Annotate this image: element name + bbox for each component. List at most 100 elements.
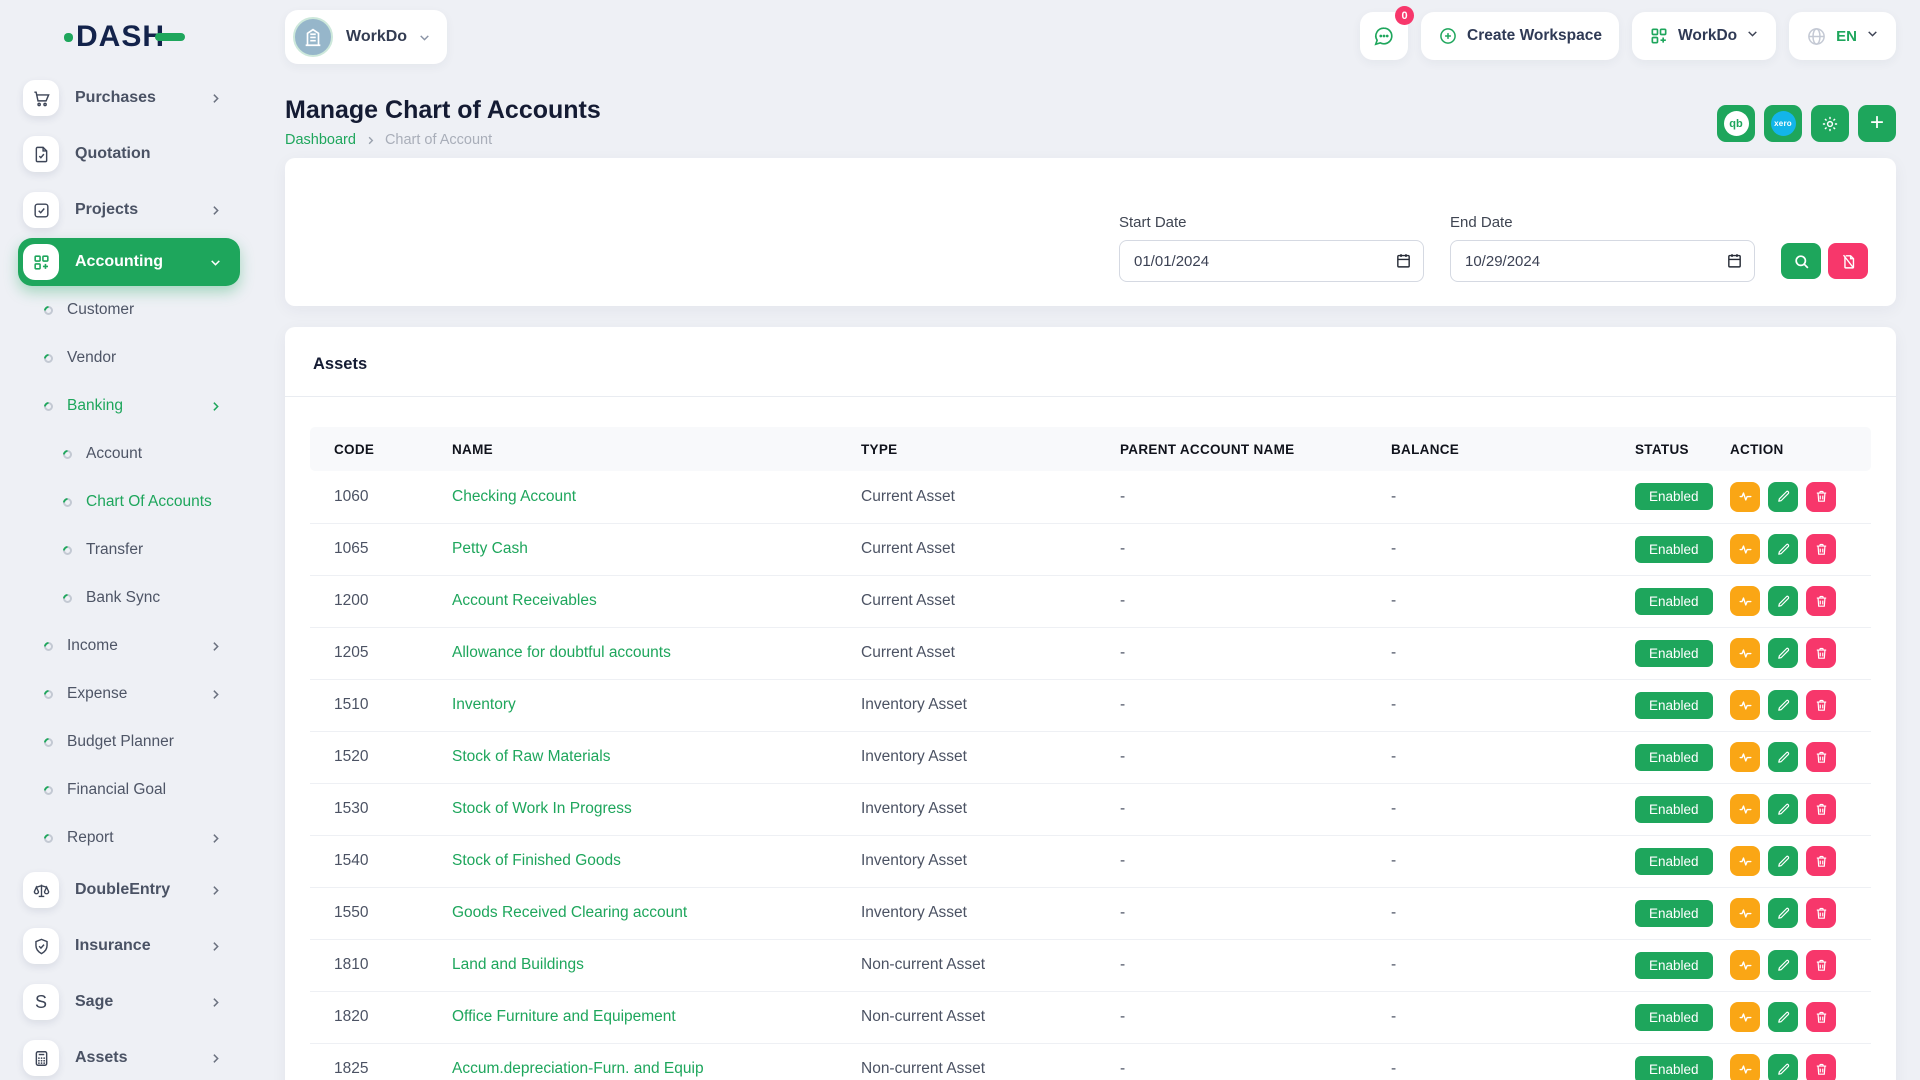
- edit-button[interactable]: [1768, 638, 1798, 668]
- delete-button[interactable]: [1806, 534, 1836, 564]
- account-name-link[interactable]: Stock of Raw Materials: [452, 748, 611, 765]
- sidebar-item-bank-sync[interactable]: Bank Sync: [0, 574, 270, 622]
- status-badge: Enabled: [1635, 692, 1713, 719]
- app-menu-button[interactable]: WorkDo: [1632, 12, 1776, 60]
- sidebar-item-expense[interactable]: Expense: [0, 670, 270, 718]
- create-button[interactable]: +: [1858, 105, 1896, 142]
- cell-code: 1825: [310, 1043, 428, 1080]
- transactions-button[interactable]: [1730, 898, 1760, 928]
- delete-button[interactable]: [1806, 1054, 1836, 1080]
- pencil-icon: [1776, 646, 1791, 661]
- edit-button[interactable]: [1768, 690, 1798, 720]
- edit-button[interactable]: [1768, 1054, 1798, 1080]
- sidebar-item-doubleentry[interactable]: DoubleEntry: [0, 862, 270, 918]
- cell-code: 1810: [310, 939, 428, 991]
- sidebar-item-sage[interactable]: SSage: [0, 974, 270, 1030]
- edit-button[interactable]: [1768, 742, 1798, 772]
- language-selector[interactable]: EN: [1789, 12, 1896, 60]
- breadcrumb-dashboard-link[interactable]: Dashboard: [285, 132, 356, 148]
- brand-logo[interactable]: DASH: [64, 22, 185, 52]
- transactions-button[interactable]: [1730, 1002, 1760, 1032]
- reset-filter-button[interactable]: [1828, 243, 1868, 279]
- sidebar-item-account[interactable]: Account: [0, 430, 270, 478]
- cell-parent: -: [1096, 991, 1367, 1043]
- transactions-button[interactable]: [1730, 586, 1760, 616]
- sidebar-item-customer[interactable]: Customer: [0, 286, 270, 334]
- brand-name: DASH: [76, 22, 165, 52]
- edit-button[interactable]: [1768, 534, 1798, 564]
- sidebar-item-assets[interactable]: Assets: [0, 1030, 270, 1080]
- transactions-button[interactable]: [1730, 1054, 1760, 1080]
- edit-button[interactable]: [1768, 794, 1798, 824]
- transactions-button[interactable]: [1730, 534, 1760, 564]
- sidebar-item-quotation[interactable]: Quotation: [0, 126, 270, 182]
- quickbooks-button[interactable]: qb: [1717, 105, 1755, 142]
- account-name-link[interactable]: Goods Received Clearing account: [452, 904, 687, 921]
- transactions-button[interactable]: [1730, 794, 1760, 824]
- edit-button[interactable]: [1768, 950, 1798, 980]
- account-name-link[interactable]: Allowance for doubtful accounts: [452, 644, 671, 661]
- messages-button[interactable]: 0: [1360, 12, 1408, 60]
- cell-code: 1205: [310, 627, 428, 679]
- account-name-link[interactable]: Stock of Finished Goods: [452, 852, 621, 869]
- sidebar-item-banking[interactable]: Banking: [0, 382, 270, 430]
- delete-button[interactable]: [1806, 482, 1836, 512]
- edit-button[interactable]: [1768, 1002, 1798, 1032]
- sidebar-item-accounting[interactable]: Accounting: [18, 238, 240, 286]
- transactions-button[interactable]: [1730, 742, 1760, 772]
- cell-type: Non-current Asset: [837, 939, 1096, 991]
- sidebar-item-purchases[interactable]: Purchases: [0, 70, 270, 126]
- apply-filter-button[interactable]: [1781, 243, 1821, 279]
- account-name-link[interactable]: Inventory: [452, 696, 516, 713]
- account-name-link[interactable]: Land and Buildings: [452, 956, 584, 973]
- row-actions: [1730, 1054, 1871, 1080]
- settings-button[interactable]: [1811, 105, 1849, 142]
- sidebar-item-chart-of-accounts[interactable]: Chart Of Accounts: [0, 478, 270, 526]
- delete-button[interactable]: [1806, 846, 1836, 876]
- end-date-input[interactable]: [1450, 240, 1755, 282]
- delete-button[interactable]: [1806, 586, 1836, 616]
- edit-button[interactable]: [1768, 482, 1798, 512]
- delete-button[interactable]: [1806, 898, 1836, 928]
- account-name-link[interactable]: Account Receivables: [452, 592, 597, 609]
- sidebar-item-transfer[interactable]: Transfer: [0, 526, 270, 574]
- edit-button[interactable]: [1768, 846, 1798, 876]
- sidebar-item-insurance[interactable]: Insurance: [0, 918, 270, 974]
- account-name-link[interactable]: Accum.depreciation-Furn. and Equip: [452, 1060, 704, 1077]
- delete-button[interactable]: [1806, 794, 1836, 824]
- delete-button[interactable]: [1806, 690, 1836, 720]
- document-icon: [23, 136, 59, 172]
- account-name-link[interactable]: Stock of Work In Progress: [452, 800, 632, 817]
- cell-parent: -: [1096, 783, 1367, 835]
- delete-button[interactable]: [1806, 638, 1836, 668]
- sidebar-item-projects[interactable]: Projects: [0, 182, 270, 238]
- edit-button[interactable]: [1768, 586, 1798, 616]
- xero-button[interactable]: xero: [1764, 105, 1802, 142]
- transactions-button[interactable]: [1730, 950, 1760, 980]
- row-actions: [1730, 898, 1871, 928]
- status-badge: Enabled: [1635, 848, 1713, 875]
- sidebar-item-vendor[interactable]: Vendor: [0, 334, 270, 382]
- edit-button[interactable]: [1768, 898, 1798, 928]
- transactions-button[interactable]: [1730, 690, 1760, 720]
- delete-button[interactable]: [1806, 950, 1836, 980]
- account-name-link[interactable]: Petty Cash: [452, 540, 528, 557]
- transactions-button[interactable]: [1730, 846, 1760, 876]
- sidebar-item-financial-goal[interactable]: Financial Goal: [0, 766, 270, 814]
- transactions-button[interactable]: [1730, 482, 1760, 512]
- workspace-selector[interactable]: WorkDo: [285, 10, 447, 64]
- start-date-input[interactable]: [1119, 240, 1424, 282]
- delete-button[interactable]: [1806, 1002, 1836, 1032]
- cell-code: 1540: [310, 835, 428, 887]
- sidebar-item-income[interactable]: Income: [0, 622, 270, 670]
- sidebar-item-budget-planner[interactable]: Budget Planner: [0, 718, 270, 766]
- delete-button[interactable]: [1806, 742, 1836, 772]
- chevron-right-icon: [209, 688, 222, 701]
- create-workspace-button[interactable]: Create Workspace: [1421, 12, 1619, 60]
- activity-icon: [1738, 542, 1753, 557]
- account-name-link[interactable]: Office Furniture and Equipement: [452, 1008, 676, 1025]
- status-badge: Enabled: [1635, 588, 1713, 615]
- sidebar-item-report[interactable]: Report: [0, 814, 270, 862]
- account-name-link[interactable]: Checking Account: [452, 488, 576, 505]
- transactions-button[interactable]: [1730, 638, 1760, 668]
